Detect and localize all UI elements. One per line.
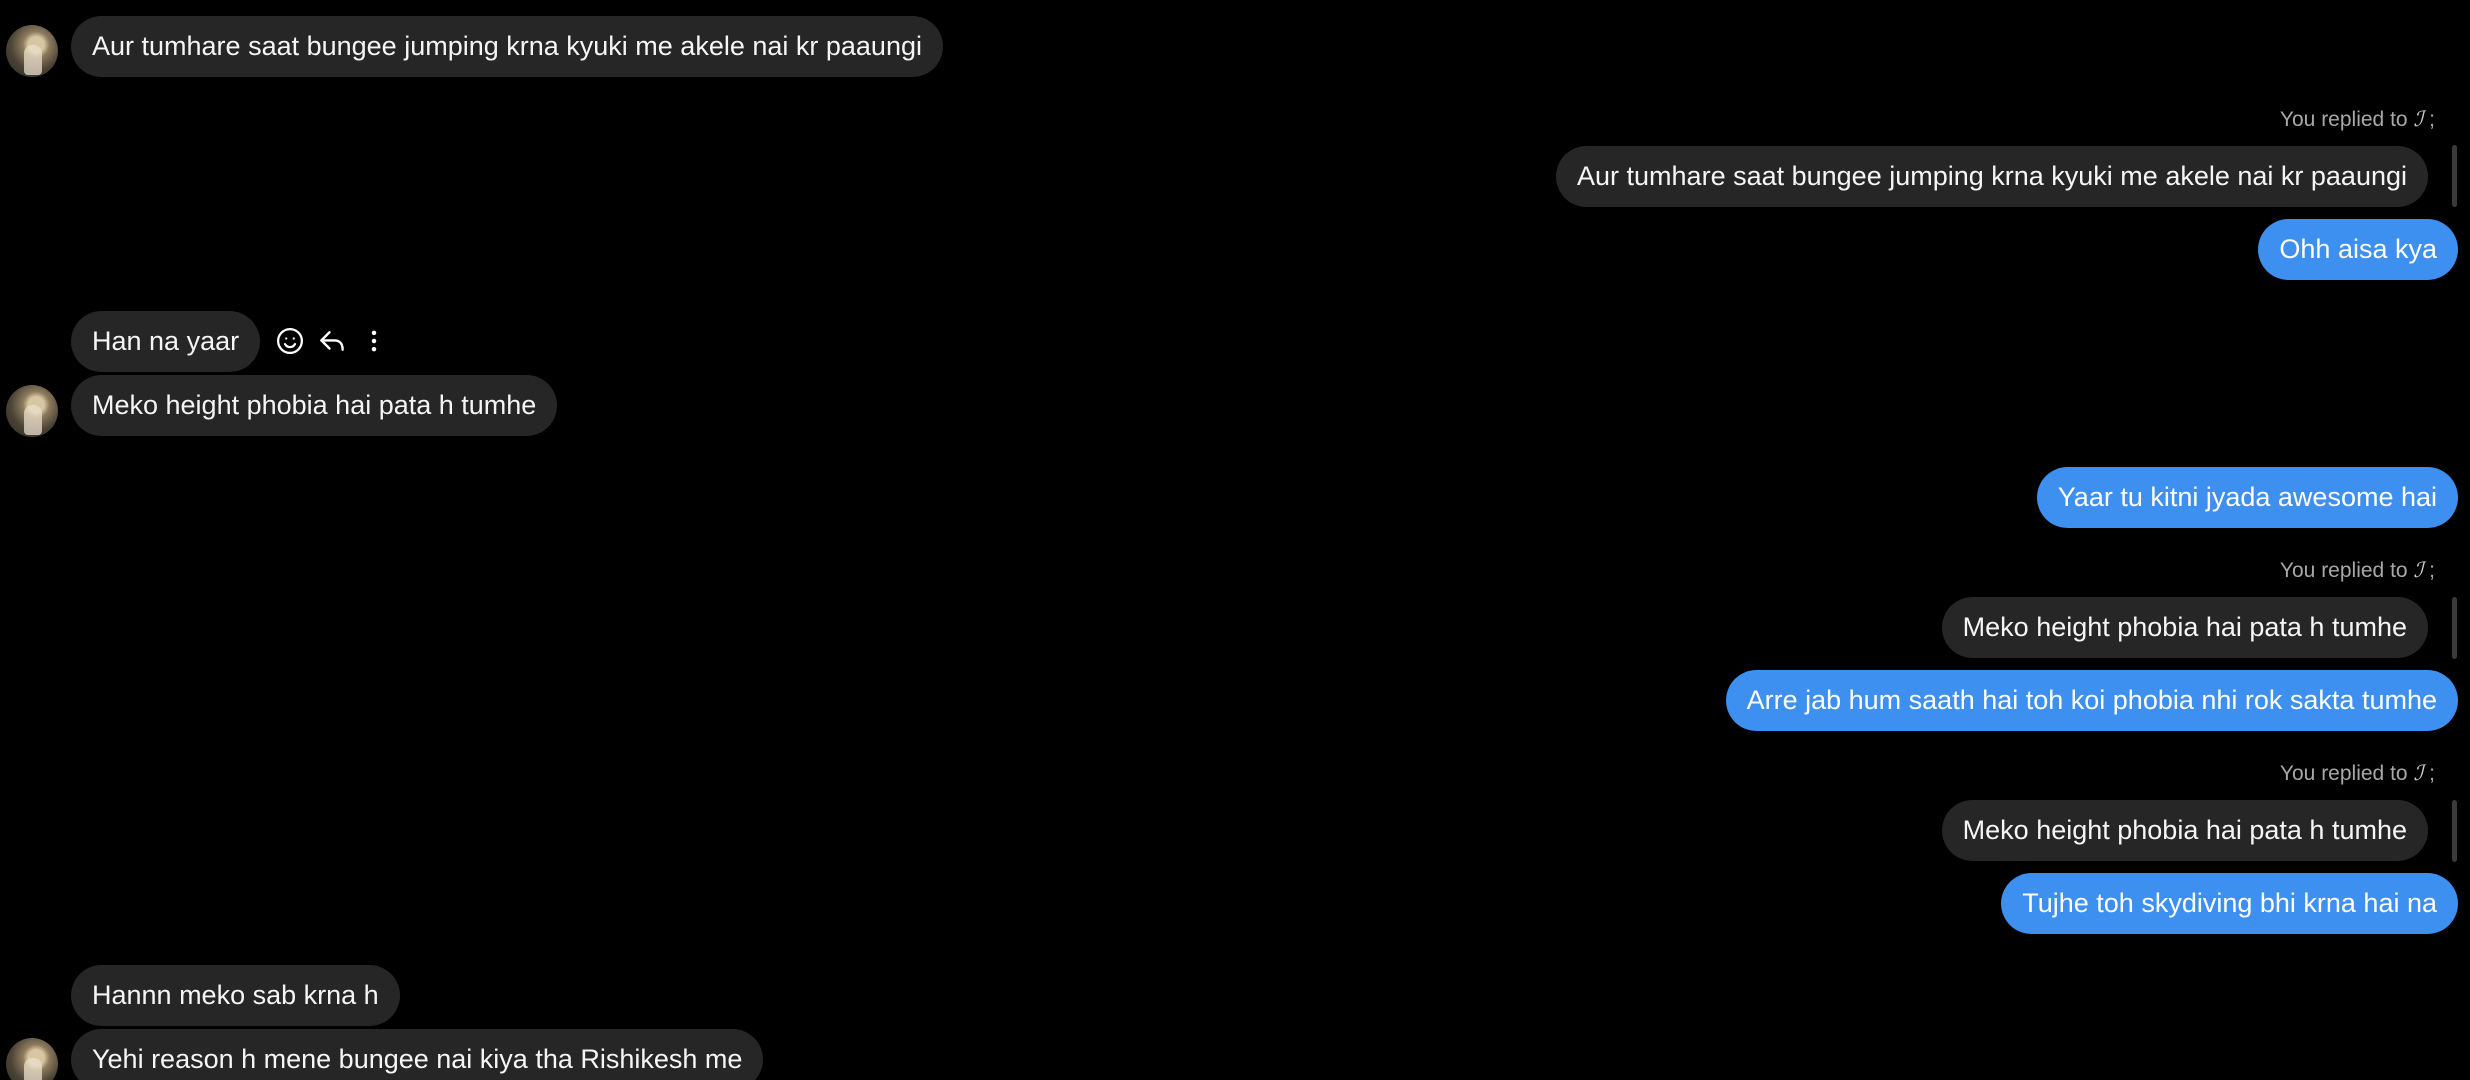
replied-to-suffix: ;: [2429, 108, 2435, 131]
replied-to-text: You replied to: [2279, 762, 2408, 785]
more-vertical-icon[interactable]: [356, 323, 392, 359]
quote-bar: [2452, 145, 2457, 207]
contact-avatar[interactable]: [6, 1038, 58, 1080]
replied-to-text: You replied to: [2279, 108, 2408, 131]
replied-to-label: You replied to ℐ ;: [2280, 106, 2435, 132]
incoming-message[interactable]: Yehi reason h mene bungee nai kiya tha R…: [71, 1029, 764, 1080]
reply-icon[interactable]: [314, 323, 350, 359]
incoming-message[interactable]: Han na yaar: [71, 311, 261, 372]
contact-avatar[interactable]: [6, 25, 58, 77]
replied-to-name: ℐ: [2413, 107, 2424, 131]
incoming-message[interactable]: Aur tumhare saat bungee jumping krna kyu…: [71, 16, 943, 77]
outgoing-message[interactable]: Yaar tu kitni jyada awesome hai: [2036, 467, 2458, 528]
replied-to-name: ℐ: [2413, 761, 2424, 785]
replied-to-name: ℐ: [2413, 558, 2424, 582]
outgoing-message[interactable]: Arre jab hum saath hai toh koi phobia nh…: [1725, 670, 2458, 731]
quote-bar: [2452, 597, 2457, 659]
replied-to-label: You replied to ℐ ;: [2280, 557, 2435, 583]
replied-to-suffix: ;: [2429, 762, 2435, 785]
contact-avatar[interactable]: [6, 385, 58, 437]
message-actions: [272, 323, 398, 359]
outgoing-message[interactable]: Tujhe toh skydiving bhi krna hai na: [2001, 873, 2458, 934]
chat-thread: Aur tumhare saat bungee jumping krna kyu…: [0, 0, 2470, 1080]
quoted-message[interactable]: Aur tumhare saat bungee jumping krna kyu…: [1556, 146, 2428, 207]
incoming-message[interactable]: Meko height phobia hai pata h tumhe: [71, 375, 558, 436]
quoted-message[interactable]: Meko height phobia hai pata h tumhe: [1941, 597, 2428, 658]
quoted-message[interactable]: Meko height phobia hai pata h tumhe: [1941, 800, 2428, 861]
replied-to-suffix: ;: [2429, 559, 2435, 582]
outgoing-message[interactable]: Ohh aisa kya: [2258, 219, 2458, 280]
smiley-icon[interactable]: [272, 323, 308, 359]
replied-to-text: You replied to: [2279, 559, 2408, 582]
incoming-message[interactable]: Hannn meko sab krna h: [71, 965, 400, 1026]
quote-bar: [2452, 800, 2457, 862]
replied-to-label: You replied to ℐ ;: [2280, 760, 2435, 786]
